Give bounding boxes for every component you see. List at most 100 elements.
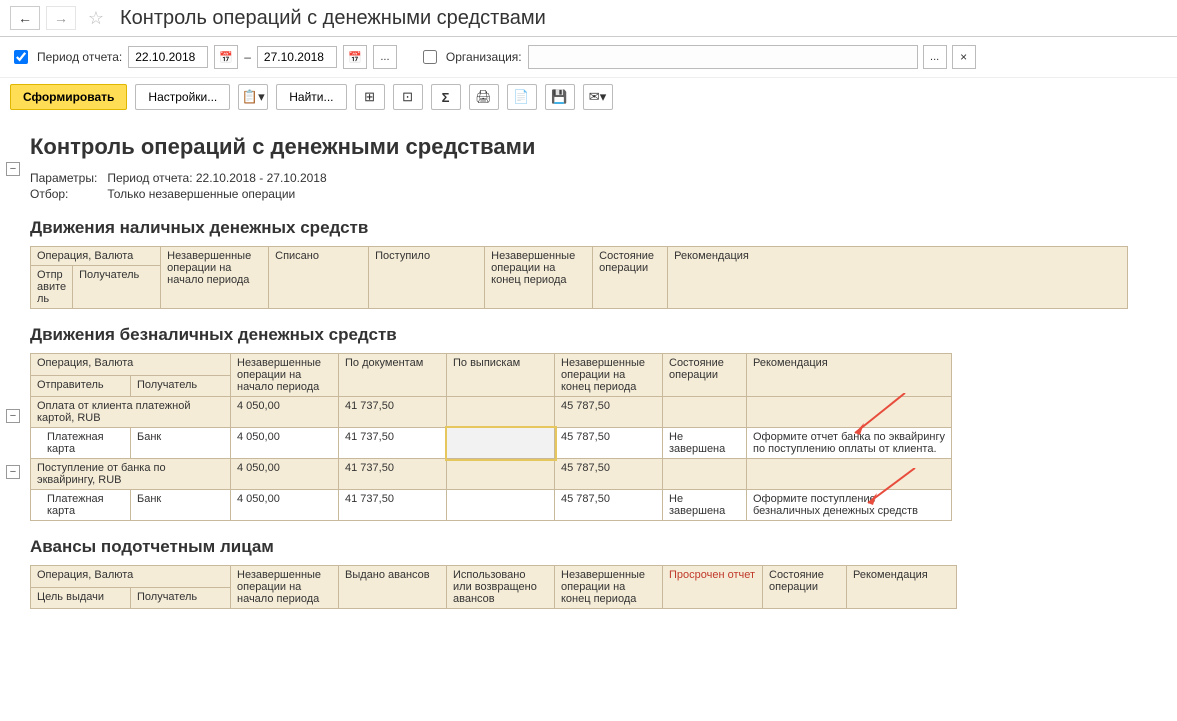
section3-table: Операция, Валюта Незавершенные операции …	[30, 565, 957, 609]
cell-by-docs: 41 737,50	[339, 428, 447, 459]
th-recipient: Получатель	[137, 591, 197, 603]
th-pending-end: Незавершенные операции на конец периода	[491, 250, 575, 286]
th-sender: Отправитель	[37, 379, 104, 391]
table-row[interactable]: Платежная карта Банк 4 050,00 41 737,50 …	[31, 490, 952, 521]
th-written-off: Списано	[275, 250, 319, 262]
section2-title: Движения безналичных денежных средств	[30, 325, 1147, 345]
calendar-icon: 📅	[219, 51, 233, 64]
floppy-icon: 💾	[551, 89, 567, 105]
th-op: Операция, Валюта	[37, 569, 133, 581]
th-by-docs: По документам	[345, 357, 423, 369]
date-from-input[interactable]	[128, 46, 208, 68]
nav-back-button[interactable]: ←	[10, 6, 40, 30]
org-checkbox[interactable]	[423, 50, 437, 64]
document-icon: 📄	[513, 89, 529, 105]
section1-table: Операция, Валюта Незавершенные операции …	[30, 246, 1128, 309]
meta-filter-label: Отбор:	[30, 186, 107, 202]
date-to-input[interactable]	[257, 46, 337, 68]
meta-filter-value: Только незавершенные операции	[107, 186, 336, 202]
save-button[interactable]: 💾	[545, 84, 575, 110]
collapse-group2-button[interactable]: −	[6, 465, 20, 479]
cell-by-docs: 41 737,50	[339, 490, 447, 521]
collapse-button[interactable]: −	[6, 162, 20, 176]
th-pending-end: Незавершенные операции на конец периода	[561, 357, 645, 393]
preview-button[interactable]: 📄	[507, 84, 537, 110]
cell-pending-start: 4 050,00	[231, 490, 339, 521]
cell-pending-end: 45 787,50	[555, 490, 663, 521]
th-overdue: Просрочен отчет	[669, 569, 755, 581]
cell-recipient: Банк	[131, 428, 231, 459]
th-recommend: Рекомендация	[753, 357, 828, 369]
th-op: Операция, Валюта	[37, 250, 133, 262]
org-label: Организация:	[446, 50, 522, 64]
cell-by-statements-selected[interactable]	[447, 428, 555, 459]
nav-forward-button[interactable]: →	[46, 6, 76, 30]
th-state: Состояние операции	[669, 357, 724, 381]
table-row[interactable]: Платежная карта Банк 4 050,00 41 737,50 …	[31, 428, 952, 459]
cell-recommend	[747, 397, 952, 428]
cell-by-statements	[447, 459, 555, 490]
cell-recipient: Банк	[131, 490, 231, 521]
th-pending-start: Незавершенные операции на начало периода	[167, 250, 251, 286]
table-row[interactable]: Поступление от банка по эквайрингу, RUB …	[31, 459, 952, 490]
cell-state	[663, 459, 747, 490]
email-button[interactable]: ✉▾	[583, 84, 613, 110]
th-received: Поступило	[375, 250, 430, 262]
org-clear-button[interactable]: ×	[952, 45, 976, 69]
th-recommend: Рекомендация	[674, 250, 749, 262]
th-pending-start: Незавершенные операции на начало периода	[237, 569, 321, 605]
cell-state: Не завершена	[663, 490, 747, 521]
generate-button[interactable]: Сформировать	[10, 84, 127, 110]
cell-recommend	[747, 459, 952, 490]
org-input[interactable]	[528, 45, 918, 69]
period-label: Период отчета:	[37, 50, 122, 64]
collapse-group1-button[interactable]: −	[6, 409, 20, 423]
drill-icon-button[interactable]: ⊡	[393, 84, 423, 110]
cell-by-docs: 41 737,50	[339, 459, 447, 490]
period-select-button[interactable]: ...	[373, 45, 397, 69]
th-purpose: Цель выдачи	[37, 591, 104, 603]
th-state: Состояние операции	[599, 250, 654, 274]
copy-icon: 📋▾	[242, 89, 265, 105]
th-pending-start: Незавершенные операции на начало периода	[237, 357, 321, 393]
print-button[interactable]: 🖨	[469, 84, 499, 110]
th-pending-end: Незавершенные операции на конец периода	[561, 569, 645, 605]
calendar-icon: 📅	[348, 51, 362, 64]
th-used-returned: Использовано или возвращено авансов	[453, 569, 537, 605]
th-recipient: Получатель	[79, 269, 139, 281]
sigma-icon: Σ	[442, 90, 450, 105]
date-from-calendar-button[interactable]: 📅	[214, 45, 238, 69]
table-row[interactable]: Оплата от клиента платежной картой, RUB …	[31, 397, 952, 428]
page-title: Контроль операций с денежными средствами	[120, 7, 546, 30]
cell-pending-end: 45 787,50	[555, 397, 663, 428]
cell-state: Не завершена	[663, 428, 747, 459]
cell-sender: Платежная карта	[31, 428, 131, 459]
cell-pending-start: 4 050,00	[231, 397, 339, 428]
date-to-calendar-button[interactable]: 📅	[343, 45, 367, 69]
section3-title: Авансы подотчетным лицам	[30, 537, 1147, 557]
th-sender: Отпр авите ль	[37, 269, 66, 305]
th-by-statements: По выпискам	[453, 357, 520, 369]
find-button[interactable]: Найти...	[276, 84, 346, 110]
report-meta: Параметры: Период отчета: 22.10.2018 - 2…	[30, 170, 337, 202]
cell-op: Поступление от банка по эквайрингу, RUB	[31, 459, 231, 490]
cell-recommend: Оформите отчет банка по эквайрингу по по…	[747, 428, 952, 459]
cell-recommend: Оформите поступление безналичных денежны…	[747, 490, 952, 521]
th-op: Операция, Валюта	[37, 357, 133, 369]
expand-collapse-button[interactable]: ⊞	[355, 84, 385, 110]
settings-button[interactable]: Настройки...	[135, 84, 230, 110]
tree-icon: ⊞	[364, 89, 375, 105]
sum-button[interactable]: Σ	[431, 84, 461, 110]
copy-settings-button[interactable]: 📋▾	[238, 84, 268, 110]
favorite-star-icon[interactable]: ☆	[86, 8, 106, 28]
meta-params-label: Параметры:	[30, 170, 107, 186]
th-state: Состояние операции	[769, 569, 824, 593]
period-checkbox[interactable]	[14, 50, 28, 64]
printer-icon: 🖨	[475, 89, 492, 105]
cell-pending-start: 4 050,00	[231, 428, 339, 459]
cell-by-statements	[447, 490, 555, 521]
th-advances-issued: Выдано авансов	[345, 569, 430, 581]
org-select-button[interactable]: ...	[923, 45, 947, 69]
th-recommend: Рекомендация	[853, 569, 928, 581]
drill-icon: ⊡	[402, 89, 413, 105]
